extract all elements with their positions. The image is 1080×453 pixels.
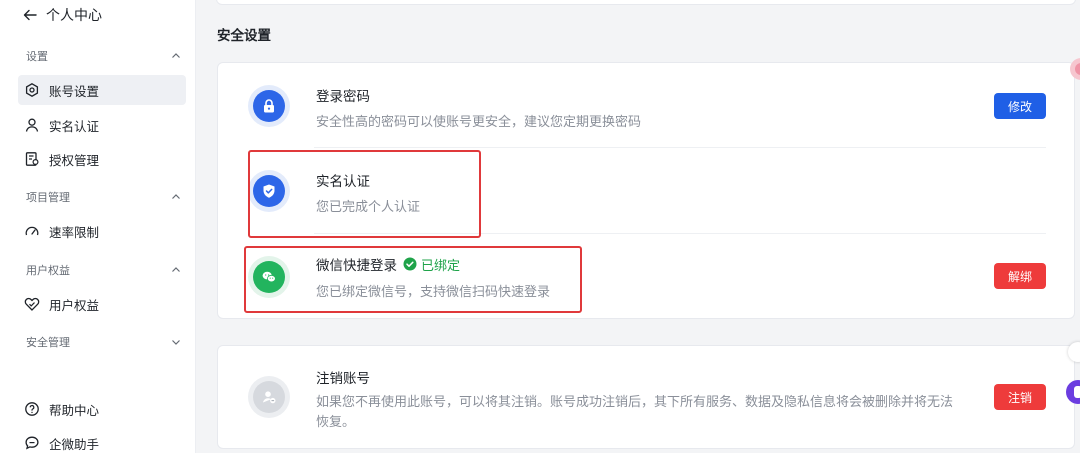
highlight-box-real-name xyxy=(248,150,481,238)
sidebar-item-label: 用户权益 xyxy=(49,297,100,313)
sidebar-item-account-settings[interactable]: 账号设置 xyxy=(18,75,186,105)
sidebar-item-label: 速率限制 xyxy=(49,224,100,240)
group-security-management[interactable]: 安全管理 xyxy=(26,334,182,350)
modify-password-button[interactable]: 修改 xyxy=(994,93,1046,119)
chevron-up-icon xyxy=(172,267,180,272)
help-icon xyxy=(25,402,39,416)
group-user-benefits[interactable]: 用户权益 xyxy=(26,262,182,278)
cancel-description-line1: 如果您不再使用此账号，可以将其注销。账号成功注销后，其下所有服务、数据及隐私信息… xyxy=(316,395,954,410)
sidebar-item-label: 帮助中心 xyxy=(49,402,100,418)
sidebar-item-help-center[interactable]: 帮助中心 xyxy=(18,394,186,424)
row-description: 安全性高的密码可以使账号更安全，建议您定期更换密码 xyxy=(316,115,642,130)
sidebar-item-real-name[interactable]: 实名认证 xyxy=(18,110,186,140)
back-label: 个人中心 xyxy=(46,8,102,24)
login-password-title: 登录密码 xyxy=(316,89,370,105)
back-to-personal-center[interactable]: 个人中心 xyxy=(22,4,102,26)
lock-icon xyxy=(248,85,290,127)
sidebar-item-authorization[interactable]: 授权管理 xyxy=(18,144,186,174)
arrow-left-icon xyxy=(23,9,37,21)
sidebar-item-label: 账号设置 xyxy=(49,83,100,99)
chevron-down-icon xyxy=(172,340,180,345)
section-title: 安全设置 xyxy=(217,28,271,44)
authorization-icon xyxy=(25,152,39,166)
chevron-up-icon xyxy=(172,53,180,58)
unbind-wechat-button[interactable]: 解绑 xyxy=(994,263,1046,289)
settings-icon xyxy=(25,83,39,97)
cancel-description-line2: 恢复。 xyxy=(316,415,356,430)
highlight-box-wechat xyxy=(244,246,582,313)
cancel-account-title: 注销账号 xyxy=(316,371,370,387)
sidebar-item-label: 实名认证 xyxy=(49,118,100,134)
row-description: 如果您不再使用此账号，可以将其注销。账号成功注销后，其下所有服务、数据及隐私信息… xyxy=(316,393,1016,433)
row-title: 登录密码 xyxy=(316,85,370,105)
sidebar-item-wecom-assistant[interactable]: 企微助手 xyxy=(18,428,186,453)
benefit-icon xyxy=(24,297,40,311)
user-remove-icon xyxy=(248,376,290,418)
login-password-row: 登录密码 安全性高的密码可以使账号更安全，建议您定期更换密码 修改 xyxy=(218,63,1074,147)
group-project-management[interactable]: 项目管理 xyxy=(26,189,182,205)
previous-card-edge xyxy=(216,0,1076,5)
cancel-account-button[interactable]: 注销 xyxy=(994,384,1046,410)
user-icon xyxy=(25,118,39,132)
speed-icon xyxy=(25,226,39,236)
sidebar-item-label: 授权管理 xyxy=(49,152,100,168)
group-label: 安全管理 xyxy=(26,336,70,349)
group-label: 项目管理 xyxy=(26,191,70,204)
sidebar: 个人中心 设置 账号设置 实名认证 授权管理 项目管理 速率限制 用户权益 用户… xyxy=(0,0,196,453)
cancel-account-card: 注销账号 如果您不再使用此账号，可以将其注销。账号成功注销后，其下所有服务、数据… xyxy=(217,345,1075,449)
group-label: 设置 xyxy=(26,50,48,63)
row-title: 注销账号 xyxy=(316,367,370,387)
sidebar-item-label: 企微助手 xyxy=(49,436,100,452)
sidebar-item-user-benefits[interactable]: 用户权益 xyxy=(18,289,186,319)
group-settings[interactable]: 设置 xyxy=(26,48,182,64)
chevron-up-icon xyxy=(172,194,180,199)
group-label: 用户权益 xyxy=(26,264,70,277)
sidebar-item-rate-limit[interactable]: 速率限制 xyxy=(18,216,186,246)
chat-assistant-icon xyxy=(25,436,39,450)
